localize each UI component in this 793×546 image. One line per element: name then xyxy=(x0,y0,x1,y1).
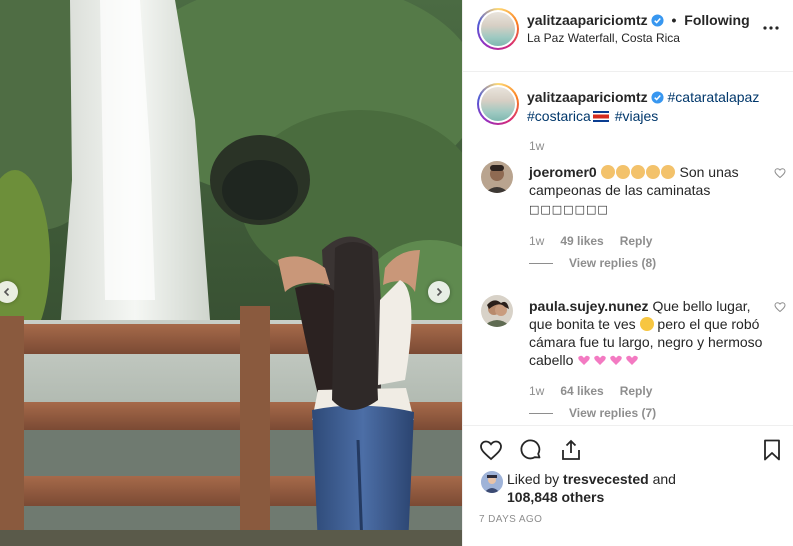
view-replies-button[interactable]: View replies (8) xyxy=(529,256,656,270)
reply-button[interactable]: Reply xyxy=(620,384,653,398)
view-replies-label: View replies (8) xyxy=(569,256,657,270)
comment-meta: 1w 49 likes Reply xyxy=(529,234,652,248)
liked-by-label: Liked by xyxy=(507,471,560,487)
liker-username[interactable]: tresvecested xyxy=(563,471,649,487)
commenter-avatar[interactable] xyxy=(481,161,513,193)
author-username[interactable]: yalitzaapariciomtz xyxy=(527,12,648,28)
like-comment-heart-icon[interactable] xyxy=(774,167,786,179)
post-actions: Liked by tresvecested and 108,848 others… xyxy=(463,425,793,546)
likes-count[interactable]: 108,848 others xyxy=(507,489,604,505)
bookmark-icon[interactable] xyxy=(760,438,784,462)
costa-rica-flag-emoji xyxy=(592,111,609,122)
comment-meta: 1w 64 likes Reply xyxy=(529,384,652,398)
comment-time[interactable]: 1w xyxy=(529,234,544,248)
comment-likes[interactable]: 49 likes xyxy=(560,234,603,248)
author-line: yalitzaapariciomtz • Following xyxy=(527,12,750,28)
next-photo-button[interactable] xyxy=(428,281,450,303)
post-timestamp[interactable]: 7 DAYS AGO xyxy=(479,514,542,525)
separator-dot: • xyxy=(671,12,677,28)
caption: yalitzaapariciomtz #cataratalapaz #costa… xyxy=(527,88,782,126)
verified-badge-icon xyxy=(651,91,664,104)
post-header: yalitzaapariciomtz • Following La Paz Wa… xyxy=(463,0,793,72)
verified-badge-icon xyxy=(651,14,664,27)
post-location[interactable]: La Paz Waterfall, Costa Rica xyxy=(527,31,680,45)
comment-text: paula.sujey.nunez Que bello lugar, que b… xyxy=(529,297,763,369)
unrendered-glyphs: □□□□□□□ xyxy=(529,203,609,216)
view-replies-label: View replies (7) xyxy=(569,406,657,420)
share-icon[interactable] xyxy=(559,438,583,462)
caption-time[interactable]: 1w xyxy=(529,139,544,153)
like-comment-heart-icon[interactable] xyxy=(774,301,786,313)
hashtag-costarica[interactable]: #costarica xyxy=(527,108,591,124)
author-avatar[interactable] xyxy=(477,8,519,50)
heart-eyes-emoji xyxy=(639,317,654,331)
more-options-icon[interactable] xyxy=(762,19,780,37)
commenter-username[interactable]: joeromer0 xyxy=(529,164,597,180)
comment-icon[interactable] xyxy=(519,438,543,462)
chevron-right-icon xyxy=(436,287,443,297)
hashtag-cataratalapaz[interactable]: #cataratalapaz xyxy=(668,89,760,105)
comment-text: joeromer0 Son unas campeonas de las cami… xyxy=(529,163,763,219)
comments-list[interactable]: yalitzaapariciomtz #cataratalapaz #costa… xyxy=(463,73,793,425)
view-replies-button[interactable]: View replies (7) xyxy=(529,406,656,420)
post-details-panel: yalitzaapariciomtz • Following La Paz Wa… xyxy=(462,0,793,546)
post-photo[interactable] xyxy=(0,0,462,546)
heart-outline-icon[interactable] xyxy=(479,438,503,462)
caption-username[interactable]: yalitzaapariciomtz xyxy=(527,89,648,105)
chevron-left-icon xyxy=(3,287,10,297)
commenter-avatar[interactable] xyxy=(481,295,513,327)
following-button[interactable]: Following xyxy=(684,12,749,28)
post-image xyxy=(0,0,462,546)
likes-summary: Liked by tresvecested and 108,848 others xyxy=(507,470,777,506)
and-label: and xyxy=(652,471,676,487)
comment-time[interactable]: 1w xyxy=(529,384,544,398)
reply-button[interactable]: Reply xyxy=(620,234,653,248)
caption-author-avatar[interactable] xyxy=(477,83,519,125)
pink-hearts-emojis xyxy=(577,352,641,368)
hashtag-viajes[interactable]: #viajes xyxy=(615,108,659,124)
clapping-hands-emojis xyxy=(600,164,676,180)
liker-avatar[interactable] xyxy=(481,471,503,493)
commenter-username[interactable]: paula.sujey.nunez xyxy=(529,298,649,314)
comment-likes[interactable]: 64 likes xyxy=(560,384,603,398)
